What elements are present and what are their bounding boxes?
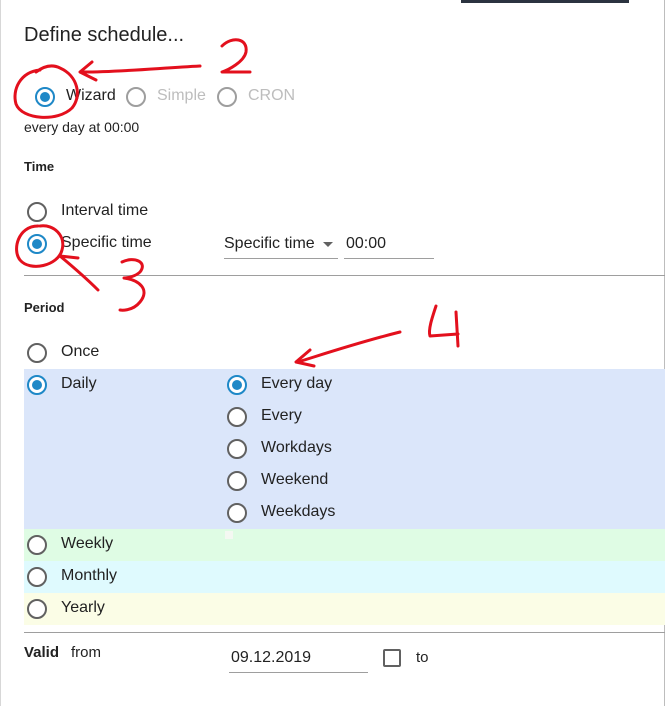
specific-time-radio[interactable] [27, 234, 47, 254]
wizard-radio[interactable] [35, 87, 55, 107]
wizard-label: Wizard [66, 87, 116, 104]
daily-workdays-radio[interactable] [227, 439, 247, 459]
period-once-label: Once [61, 343, 100, 360]
valid-to-label: to [416, 649, 429, 666]
dialog-title: Define schedule... [24, 24, 185, 46]
period-weekly-radio[interactable] [27, 535, 47, 555]
time-input[interactable]: 00:00 [344, 232, 434, 259]
period-daily-label: Daily [61, 375, 97, 392]
interval-time-radio[interactable] [27, 202, 47, 222]
time-type-select[interactable]: Specific time [224, 232, 338, 259]
daily-every-radio[interactable] [227, 407, 247, 427]
period-weekly-label: Weekly [61, 535, 114, 552]
period-monthly-radio[interactable] [27, 567, 47, 587]
dialog-left-border [0, 0, 1, 706]
period-yearly-label: Yearly [61, 599, 105, 616]
time-heading: Time [24, 159, 55, 174]
schedule-summary: every day at 00:00 [24, 119, 140, 135]
weekly-band [24, 529, 665, 561]
annotation-4 [294, 304, 460, 368]
divider [24, 275, 665, 276]
period-once-radio[interactable] [27, 343, 47, 363]
valid-from-label: from [71, 644, 101, 661]
daily-weekend-label: Weekend [261, 471, 329, 488]
dropdown-caret-icon [323, 242, 333, 247]
time-type-select-value: Specific time [224, 235, 315, 252]
period-yearly-radio[interactable] [27, 599, 47, 619]
daily-every-day-label: Every day [261, 375, 333, 392]
period-heading: Period [24, 300, 65, 315]
cron-radio[interactable] [217, 87, 237, 107]
period-daily-radio[interactable] [27, 375, 47, 395]
resize-marker [225, 531, 233, 539]
valid-from-date-input[interactable]: 09.12.2019 [229, 646, 368, 673]
valid-label: Valid [24, 644, 60, 661]
monthly-band [24, 561, 665, 593]
interval-time-label: Interval time [61, 202, 149, 219]
daily-workdays-label: Workdays [261, 439, 332, 456]
top-bar-strip [461, 0, 629, 3]
daily-weekdays-radio[interactable] [227, 503, 247, 523]
daily-every-label: Every [261, 407, 302, 424]
daily-every-day-radio[interactable] [227, 375, 247, 395]
period-monthly-label: Monthly [61, 567, 118, 584]
simple-label: Simple [157, 87, 206, 104]
yearly-band [24, 593, 665, 625]
cron-label: CRON [248, 87, 296, 104]
daily-band [24, 369, 665, 529]
divider [24, 632, 665, 633]
daily-weekend-radio[interactable] [227, 471, 247, 491]
daily-weekdays-label: Weekdays [261, 503, 336, 520]
time-input-value: 00:00 [346, 235, 387, 252]
specific-time-label: Specific time [61, 234, 152, 251]
valid-to-checkbox[interactable] [383, 649, 401, 667]
simple-radio[interactable] [126, 87, 146, 107]
valid-from-date-value: 09.12.2019 [231, 649, 312, 666]
